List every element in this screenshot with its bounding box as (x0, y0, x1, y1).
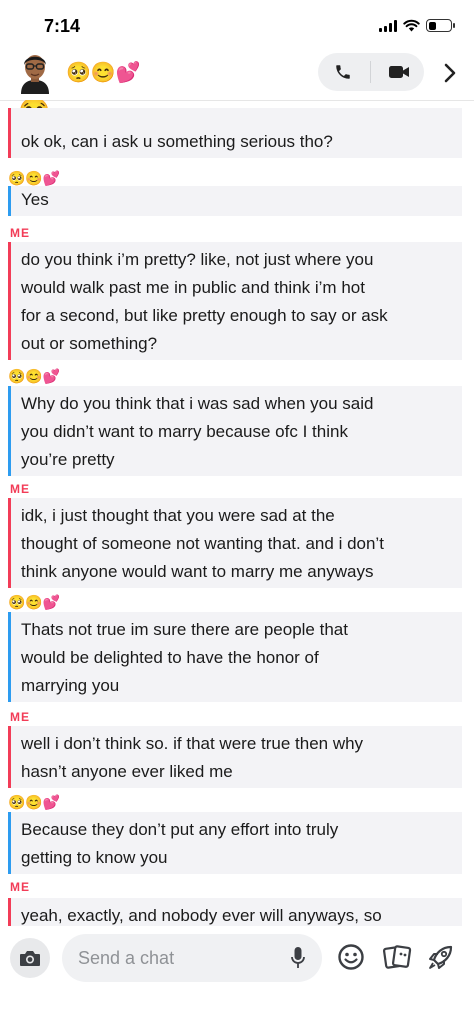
rocket-icon (429, 945, 453, 969)
signal-icon (379, 19, 397, 32)
message-line: out or something? (21, 334, 158, 353)
sticker-button[interactable] (380, 940, 414, 974)
call-controls (318, 53, 424, 91)
microphone-button[interactable] (286, 942, 310, 974)
message-line: would walk past me in public and think i… (21, 278, 365, 297)
status-time: 7:14 (44, 16, 81, 36)
message-friend[interactable]: Yes (8, 186, 462, 216)
smiley-icon (338, 944, 364, 970)
chat-input-bar (0, 926, 474, 1024)
message-line: well i don’t think so. if that were true… (21, 734, 364, 753)
message-text: Yes (21, 190, 49, 209)
message-friend[interactable]: Because they don’t put any effort into t… (8, 812, 462, 874)
message-line: would be delighted to have the honor of (21, 648, 319, 667)
message-line: do you think i’m pretty? like, not just … (21, 250, 374, 269)
camera-button[interactable] (10, 938, 50, 978)
battery-icon (426, 19, 455, 32)
bitmoji-avatar[interactable] (16, 50, 54, 94)
audio-call-button[interactable] (321, 53, 365, 91)
chat-header: 🥺😊💕 (0, 50, 474, 100)
me-sender-label: ME (10, 710, 30, 724)
chat-title[interactable]: 🥺😊💕 (66, 60, 141, 85)
message-line: Thats not true im sure there are people … (21, 620, 348, 639)
message-me[interactable]: well i don’t think so. if that were true… (8, 726, 462, 788)
message-text: yeah, exactly, and nobody ever will anyw… (21, 906, 382, 925)
message-line: idk, i just thought that you were sad at… (21, 506, 335, 525)
microphone-icon (291, 947, 305, 968)
message-line: marrying you (21, 676, 120, 695)
friend-sender-label: 🥺😊💕 (8, 794, 61, 810)
message-line: you’re pretty (21, 450, 115, 469)
message-text: ok ok, can i ask u something serious tho… (21, 132, 333, 151)
message-me[interactable]: yeah, exactly, and nobody ever will anyw… (8, 898, 462, 926)
video-call-button[interactable] (377, 53, 421, 91)
message-line: think anyone would want to marry me anyw… (21, 562, 374, 581)
wifi-icon (403, 19, 420, 32)
camera-icon (20, 951, 40, 966)
message-me[interactable]: do you think i’m pretty? like, not just … (8, 242, 462, 360)
me-sender-label: ME (10, 880, 30, 894)
status-icons (379, 19, 455, 32)
status-bar: 7:14 (0, 0, 474, 50)
message-line: for a second, but like pretty enough to … (21, 306, 388, 325)
emoji-button[interactable] (334, 940, 368, 974)
friend-sender-label: 🥺😊💕 (8, 368, 61, 384)
friend-sender-label: 🥺😊💕 (8, 594, 61, 610)
message-line: getting to know you (21, 848, 168, 867)
message-line: you didn’t want to marry because ofc I t… (21, 422, 348, 441)
phone-icon (336, 65, 350, 79)
message-line: Why do you think that i was sad when you… (21, 394, 374, 413)
message-line: Because they don’t put any effort into t… (21, 820, 339, 839)
chevron-right-icon (444, 63, 456, 83)
friend-sender-label: 🥺😊💕 (8, 170, 61, 186)
more-button[interactable] (436, 58, 464, 88)
call-divider (370, 61, 372, 83)
me-sender-label: ME (10, 226, 30, 240)
message-line: thought of someone not wanting that. and… (21, 534, 384, 553)
me-sender-label: ME (10, 482, 30, 496)
games-button[interactable] (424, 940, 458, 974)
message-friend[interactable]: Why do you think that i was sad when you… (8, 386, 462, 476)
message-me[interactable]: ok ok, can i ask u something serious tho… (8, 108, 462, 158)
message-line: hasn’t anyone ever liked me (21, 762, 233, 781)
message-list: 😂 ok ok, can i ask u something serious t… (0, 100, 474, 926)
message-me[interactable]: idk, i just thought that you were sad at… (8, 498, 462, 588)
video-icon (389, 66, 410, 78)
sticker-icon (382, 945, 412, 969)
message-friend[interactable]: Thats not true im sure there are people … (8, 612, 462, 702)
send-chat-input[interactable] (62, 934, 322, 982)
